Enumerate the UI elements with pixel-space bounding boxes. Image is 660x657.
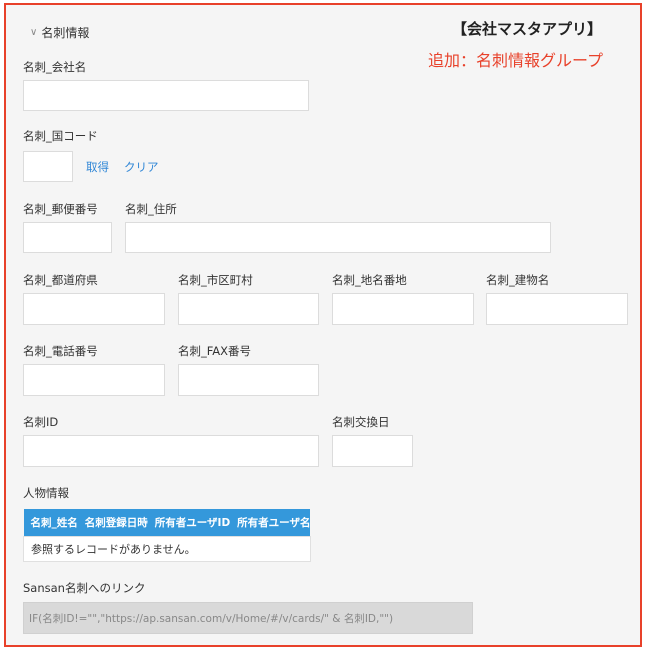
column-header[interactable]: 名刺_姓名 — [23, 509, 78, 537]
street-label: 名刺_地名番地 — [332, 273, 407, 287]
prefecture-input[interactable] — [23, 293, 165, 325]
group-label: 名刺情報 — [41, 26, 90, 40]
card-id-label: 名刺ID — [23, 415, 59, 429]
country-code-input[interactable] — [23, 151, 73, 182]
city-input[interactable] — [178, 293, 319, 325]
column-header[interactable]: 所有者ユーザID — [147, 509, 231, 537]
company-name-label: 名刺_会社名 — [23, 60, 87, 74]
phone-label: 名刺_電話番号 — [23, 344, 98, 358]
postal-code-label: 名刺_郵便番号 — [23, 202, 98, 216]
clear-link[interactable]: クリア — [124, 159, 159, 175]
street-input[interactable] — [332, 293, 474, 325]
phone-input[interactable] — [23, 364, 165, 396]
column-header[interactable]: 所有者ユーザ名 — [230, 509, 311, 537]
building-label: 名刺_建物名 — [486, 273, 550, 287]
prefecture-label: 名刺_都道府県 — [23, 273, 98, 287]
fetch-link[interactable]: 取得 — [86, 159, 109, 175]
column-header[interactable]: 名刺登録日時 — [77, 509, 148, 537]
exchange-date-label: 名刺交換日 — [332, 415, 390, 429]
company-name-input[interactable] — [23, 80, 309, 111]
city-label: 名刺_市区町村 — [178, 273, 253, 287]
country-code-label: 名刺_国コード — [23, 129, 98, 143]
sansan-link-label: Sansan名刺へのリンク — [23, 581, 146, 595]
fax-label: 名刺_FAX番号 — [178, 344, 252, 358]
address-input[interactable] — [125, 222, 551, 253]
people-label: 人物情報 — [23, 486, 69, 500]
empty-message: 参照するレコードがありません。 — [23, 536, 311, 562]
app-title: 【会社マスタアプリ】 — [452, 20, 603, 38]
exchange-date-input[interactable] — [332, 435, 413, 467]
card-id-input[interactable] — [23, 435, 319, 467]
chevron-down-icon: ∨ — [30, 27, 38, 38]
postal-code-input[interactable] — [23, 222, 112, 253]
sansan-link-formula: IF(名刺ID!="","https://ap.sansan.com/v/Hom… — [23, 602, 473, 634]
fax-input[interactable] — [178, 364, 319, 396]
people-table: 名刺_姓名 名刺登録日時 所有者ユーザID 所有者ユーザ名 参照するレコードがあ… — [23, 509, 311, 562]
address-label: 名刺_住所 — [125, 202, 177, 216]
building-input[interactable] — [486, 293, 628, 325]
group-toggle-business-card[interactable]: ∨ 名刺情報 — [30, 24, 89, 41]
annotation-text: 追加：名刺情報グループ — [428, 51, 604, 70]
